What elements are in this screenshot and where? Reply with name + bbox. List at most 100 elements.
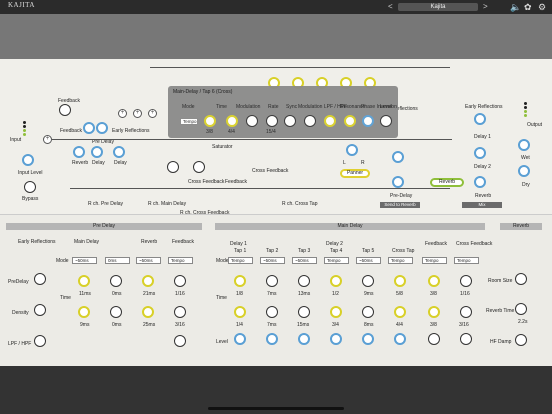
popup-tempo-knob[interactable] [226, 115, 238, 127]
pre-reverb-time-knob[interactable] [142, 275, 154, 287]
bypass-button[interactable] [24, 181, 36, 193]
reverb-header: Reverb [500, 223, 542, 230]
pre-feedback-knob-2[interactable] [174, 306, 186, 318]
popup-mod-knob[interactable] [246, 115, 258, 127]
main-time-knob-12[interactable] [394, 306, 406, 318]
main-time-knob-3[interactable] [298, 275, 310, 287]
reverb-time-knob[interactable] [515, 303, 527, 315]
level-knob-6[interactable] [394, 333, 406, 345]
sum-node: + [118, 109, 127, 118]
level-knob-3[interactable] [298, 333, 310, 345]
vu-dot [23, 121, 26, 124]
main-val-2-6: 4/4 [396, 322, 403, 328]
pan-knob[interactable] [346, 144, 358, 156]
main-time-knob-7[interactable] [234, 306, 246, 318]
pre-main-time-knob-4[interactable] [110, 306, 122, 318]
main-mode-select-7[interactable]: Tempo [422, 257, 447, 264]
early-reflections-knob[interactable] [474, 113, 486, 125]
main-mode-select-6[interactable]: Tempo [388, 257, 413, 264]
main-time-knob-10[interactable] [330, 306, 342, 318]
main-time-knob-2[interactable] [266, 275, 278, 287]
main-mode-select-4[interactable]: Tempo [324, 257, 349, 264]
level-knob-4[interactable] [330, 333, 342, 345]
delay1-knob[interactable] [474, 147, 486, 159]
popup-time-knob[interactable] [204, 115, 216, 127]
pre-delay-send-knob[interactable] [392, 176, 404, 188]
reverb-send-knob[interactable] [73, 146, 85, 158]
lpf-hpf-knob[interactable] [34, 335, 46, 347]
pre-reverb-time-knob-2[interactable] [142, 306, 154, 318]
main-mode-select-1[interactable]: Tempo [228, 257, 253, 264]
main-time-knob-9[interactable] [298, 306, 310, 318]
reverb-button[interactable]: Reverb [430, 178, 464, 187]
pre-feedback-knob-1[interactable] [174, 275, 186, 287]
preset-name[interactable]: Kajita [398, 3, 478, 11]
dry-knob[interactable] [518, 165, 530, 177]
next-preset-button[interactable]: > [483, 2, 488, 11]
popup-lpf-knob[interactable] [304, 115, 316, 127]
bypass-label: Bypass [22, 196, 39, 202]
popup-res-knob[interactable] [344, 115, 356, 127]
main-time-knob-4[interactable] [330, 275, 342, 287]
mix-button[interactable]: Mix [462, 202, 502, 208]
level-knob-5[interactable] [362, 333, 374, 345]
sum-node: + [133, 109, 142, 118]
pre-mode-select-2[interactable]: 0ms [105, 257, 130, 264]
delay-send-knob-2[interactable] [113, 146, 125, 158]
main-feedback-knob-3[interactable] [428, 333, 440, 345]
level-knob-1[interactable] [234, 333, 246, 345]
feedback-knob[interactable] [59, 104, 71, 116]
send-to-reverb-button[interactable]: Send to Reverb [380, 202, 420, 208]
pre-delay-knob-2[interactable] [96, 122, 108, 134]
saturator-knob[interactable] [193, 161, 205, 173]
pre-mode-select-1[interactable]: ~50ms [72, 257, 97, 264]
hf-damp-knob[interactable] [515, 334, 527, 346]
pre-main-time-knob-1[interactable] [78, 275, 90, 287]
density-knob[interactable] [34, 304, 46, 316]
pre-main-time-knob-3[interactable] [78, 306, 90, 318]
speaker-icon[interactable]: 🔈 [510, 2, 521, 13]
main-cross-feedback-knob-2[interactable] [460, 306, 472, 318]
pre-delay-knob-1[interactable] [83, 122, 95, 134]
popup-level-knob[interactable] [380, 115, 392, 127]
popup-sync-button[interactable] [284, 115, 296, 127]
popup-mode-select[interactable]: Tempo [180, 118, 198, 125]
pre-mode-select-3[interactable]: ~50ms [136, 257, 161, 264]
delay-send-knob-1[interactable] [91, 146, 103, 158]
main-time-knob-1[interactable] [234, 275, 246, 287]
gear-icon[interactable]: ⚙ [538, 2, 546, 13]
main-feedback-knob-1[interactable] [428, 275, 440, 287]
pre-feedback-knob-3[interactable] [174, 335, 186, 347]
early-reflections-label-2: Early Reflections [465, 104, 503, 110]
pre-mode-select-4[interactable]: Tempo [168, 257, 193, 264]
room-size-knob[interactable] [515, 273, 527, 285]
level-knob-2[interactable] [266, 333, 278, 345]
prev-preset-button[interactable]: < [388, 2, 393, 11]
cross-feedback-knob[interactable] [167, 161, 179, 173]
main-feedback-knob-2[interactable] [428, 306, 440, 318]
main-time-knob-8[interactable] [266, 306, 278, 318]
main-time-knob-11[interactable] [362, 306, 374, 318]
main-mode-select-2[interactable]: ~50ms [260, 257, 285, 264]
main-mode-select-5[interactable]: ~50ms [356, 257, 381, 264]
pre-main-time-knob-2[interactable] [110, 275, 122, 287]
main-mode-select-3[interactable]: ~50ms [292, 257, 317, 264]
input-level-knob[interactable] [22, 154, 34, 166]
popup-rate-knob[interactable] [266, 115, 278, 127]
delay2-knob[interactable] [392, 151, 404, 163]
wet-knob[interactable] [518, 139, 530, 151]
pre-val-m3: 9ms [80, 322, 90, 328]
main-cross-feedback-knob-1[interactable] [460, 275, 472, 287]
reverb-level-knob[interactable] [474, 176, 486, 188]
circles-icon[interactable]: ✿ [524, 2, 532, 13]
main-cross-feedback-knob-3[interactable] [460, 333, 472, 345]
home-indicator[interactable] [208, 407, 344, 410]
popup-phase-button[interactable] [362, 115, 374, 127]
panner-button[interactable]: Panner [340, 169, 370, 178]
send-to-reverb-label: Send to Reverb [384, 202, 416, 207]
popup-hpf-knob[interactable] [324, 115, 336, 127]
main-time-knob-5[interactable] [362, 275, 374, 287]
main-mode-select-8[interactable]: Tempo [454, 257, 479, 264]
predelay-knob[interactable] [34, 273, 46, 285]
main-time-knob-6[interactable] [394, 275, 406, 287]
